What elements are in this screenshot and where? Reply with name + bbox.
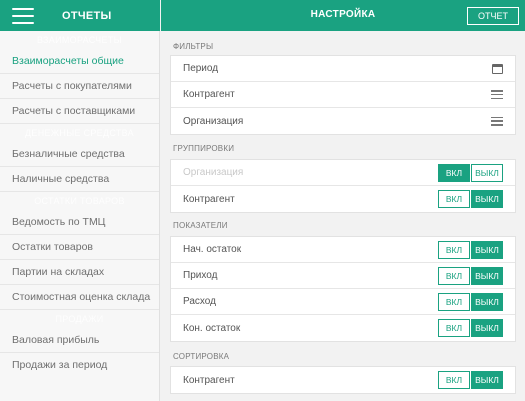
sidebar-header: ОТЧЕТЫ xyxy=(0,0,160,31)
on-off-toggle: ВКЛ ВЫКЛ xyxy=(438,163,503,182)
on-off-toggle: ВКЛ ВЫКЛ xyxy=(438,190,503,208)
indicator-row-expense: Расход ВКЛ ВЫКЛ xyxy=(171,289,515,315)
filter-row-counterparty[interactable]: Контрагент xyxy=(171,82,515,108)
sidebar-item-stock-balances[interactable]: Остатки товаров xyxy=(0,235,159,259)
sidebar-group-sales: ПРОДАЖИ xyxy=(0,310,159,328)
on-button[interactable]: ВКЛ xyxy=(438,266,470,285)
on-button[interactable]: ВКЛ xyxy=(438,240,470,259)
on-button[interactable]: ВКЛ xyxy=(438,319,470,337)
calendar-icon[interactable] xyxy=(492,63,503,74)
filter-label: Организация xyxy=(183,115,244,127)
on-off-toggle: ВКЛ ВЫКЛ xyxy=(438,292,503,311)
on-off-toggle: ВКЛ ВЫКЛ xyxy=(438,319,503,337)
section-label-groupings: ГРУППИРОВКИ xyxy=(173,144,235,153)
grouping-label: Организация xyxy=(183,167,244,178)
on-off-toggle: ВКЛ ВЫКЛ xyxy=(438,371,503,389)
sidebar-item-inventory-sheet[interactable]: Ведомость по ТМЦ xyxy=(0,210,159,234)
indicator-row-opening-balance: Нач. остаток ВКЛ ВЫКЛ xyxy=(171,237,515,263)
on-button[interactable]: ВКЛ xyxy=(438,163,470,182)
filter-row-organization[interactable]: Организация xyxy=(171,108,515,134)
indicator-row-income: Приход ВКЛ ВЫКЛ xyxy=(171,263,515,289)
off-button[interactable]: ВЫКЛ xyxy=(471,240,503,259)
on-button[interactable]: ВКЛ xyxy=(438,371,470,389)
sidebar-group-cash: ДЕНЕЖНЫЕ СРЕДСТВА xyxy=(0,124,159,142)
sorting-row-counterparty: Контрагент ВКЛ ВЫКЛ xyxy=(171,367,515,393)
sidebar-item-gross-profit[interactable]: Валовая прибыль xyxy=(0,328,159,352)
off-button[interactable]: ВЫКЛ xyxy=(471,319,503,337)
sidebar-item-sales-period[interactable]: Продажи за период xyxy=(0,353,159,377)
hamburger-menu-icon[interactable] xyxy=(12,7,34,24)
off-button[interactable]: ВЫКЛ xyxy=(471,266,503,285)
indicator-label: Расход xyxy=(183,296,216,307)
grouping-row-organization: Организация ВКЛ ВЫКЛ xyxy=(171,160,515,186)
off-button[interactable]: ВЫКЛ xyxy=(471,163,503,182)
off-button[interactable]: ВЫКЛ xyxy=(471,371,503,389)
on-off-toggle: ВКЛ ВЫКЛ xyxy=(438,240,503,259)
groupings-card: Организация ВКЛ ВЫКЛ Контрагент ВКЛ ВЫКЛ xyxy=(170,159,516,213)
filter-label: Контрагент xyxy=(183,89,235,100)
section-label-sorting: СОРТИРОВКА xyxy=(173,352,230,361)
sidebar-item-cashless-funds[interactable]: Безналичные средства xyxy=(0,142,159,166)
section-label-filters: ФИЛЬТРЫ xyxy=(173,42,214,51)
settings-panel: ФИЛЬТРЫ Период Контрагент Организация ГР… xyxy=(161,31,525,401)
on-button[interactable]: ВКЛ xyxy=(438,292,470,311)
filter-row-period[interactable]: Период xyxy=(171,56,515,82)
sidebar-item-cash-funds[interactable]: Наличные средства xyxy=(0,167,159,191)
sidebar-item-warehouse-batches[interactable]: Партии на складах xyxy=(0,260,159,284)
indicators-card: Нач. остаток ВКЛ ВЫКЛ Приход ВКЛ ВЫКЛ Ра… xyxy=(170,236,516,342)
off-button[interactable]: ВЫКЛ xyxy=(471,292,503,311)
menu-lines-icon[interactable] xyxy=(491,90,503,99)
filters-card: Период Контрагент Организация xyxy=(170,55,516,135)
sidebar-item-customer-settlements[interactable]: Расчеты с покупателями xyxy=(0,74,159,98)
indicator-label: Приход xyxy=(183,270,218,281)
section-label-indicators: ПОКАЗАТЕЛИ xyxy=(173,221,228,230)
sidebar: ВЗАИМОРАСЧЕТЫ Взаиморасчеты общие Расчет… xyxy=(0,31,160,401)
sorting-label: Контрагент xyxy=(183,374,235,386)
on-button[interactable]: ВКЛ xyxy=(438,190,470,208)
sidebar-group-stock: ОСТАТКИ ТОВАРОВ xyxy=(0,192,159,210)
on-off-toggle: ВКЛ ВЫКЛ xyxy=(438,266,503,285)
off-button[interactable]: ВЫКЛ xyxy=(471,190,503,208)
sorting-card: Контрагент ВКЛ ВЫКЛ xyxy=(170,366,516,394)
sidebar-title: ОТЧЕТЫ xyxy=(62,9,112,22)
grouping-label: Контрагент xyxy=(183,193,235,205)
sidebar-group-mutual-settlements: ВЗАИМОРАСЧЕТЫ xyxy=(0,31,159,49)
report-button[interactable]: ОТЧЕТ xyxy=(467,7,519,25)
sidebar-item-mutual-general[interactable]: Взаиморасчеты общие xyxy=(0,49,159,73)
sidebar-item-supplier-settlements[interactable]: Расчеты с поставщиками xyxy=(0,99,159,123)
indicator-label: Нач. остаток xyxy=(183,244,242,255)
grouping-row-counterparty: Контрагент ВКЛ ВЫКЛ xyxy=(171,186,515,212)
indicator-row-closing-balance: Кон. остаток ВКЛ ВЫКЛ xyxy=(171,315,515,341)
sidebar-item-warehouse-valuation[interactable]: Стоимостная оценка склада xyxy=(0,285,159,309)
indicator-label: Кон. остаток xyxy=(183,322,241,334)
menu-lines-icon[interactable] xyxy=(491,116,503,126)
filter-label: Период xyxy=(183,63,219,74)
settings-header: НАСТРОЙКА ОТЧЕТ xyxy=(161,0,525,31)
